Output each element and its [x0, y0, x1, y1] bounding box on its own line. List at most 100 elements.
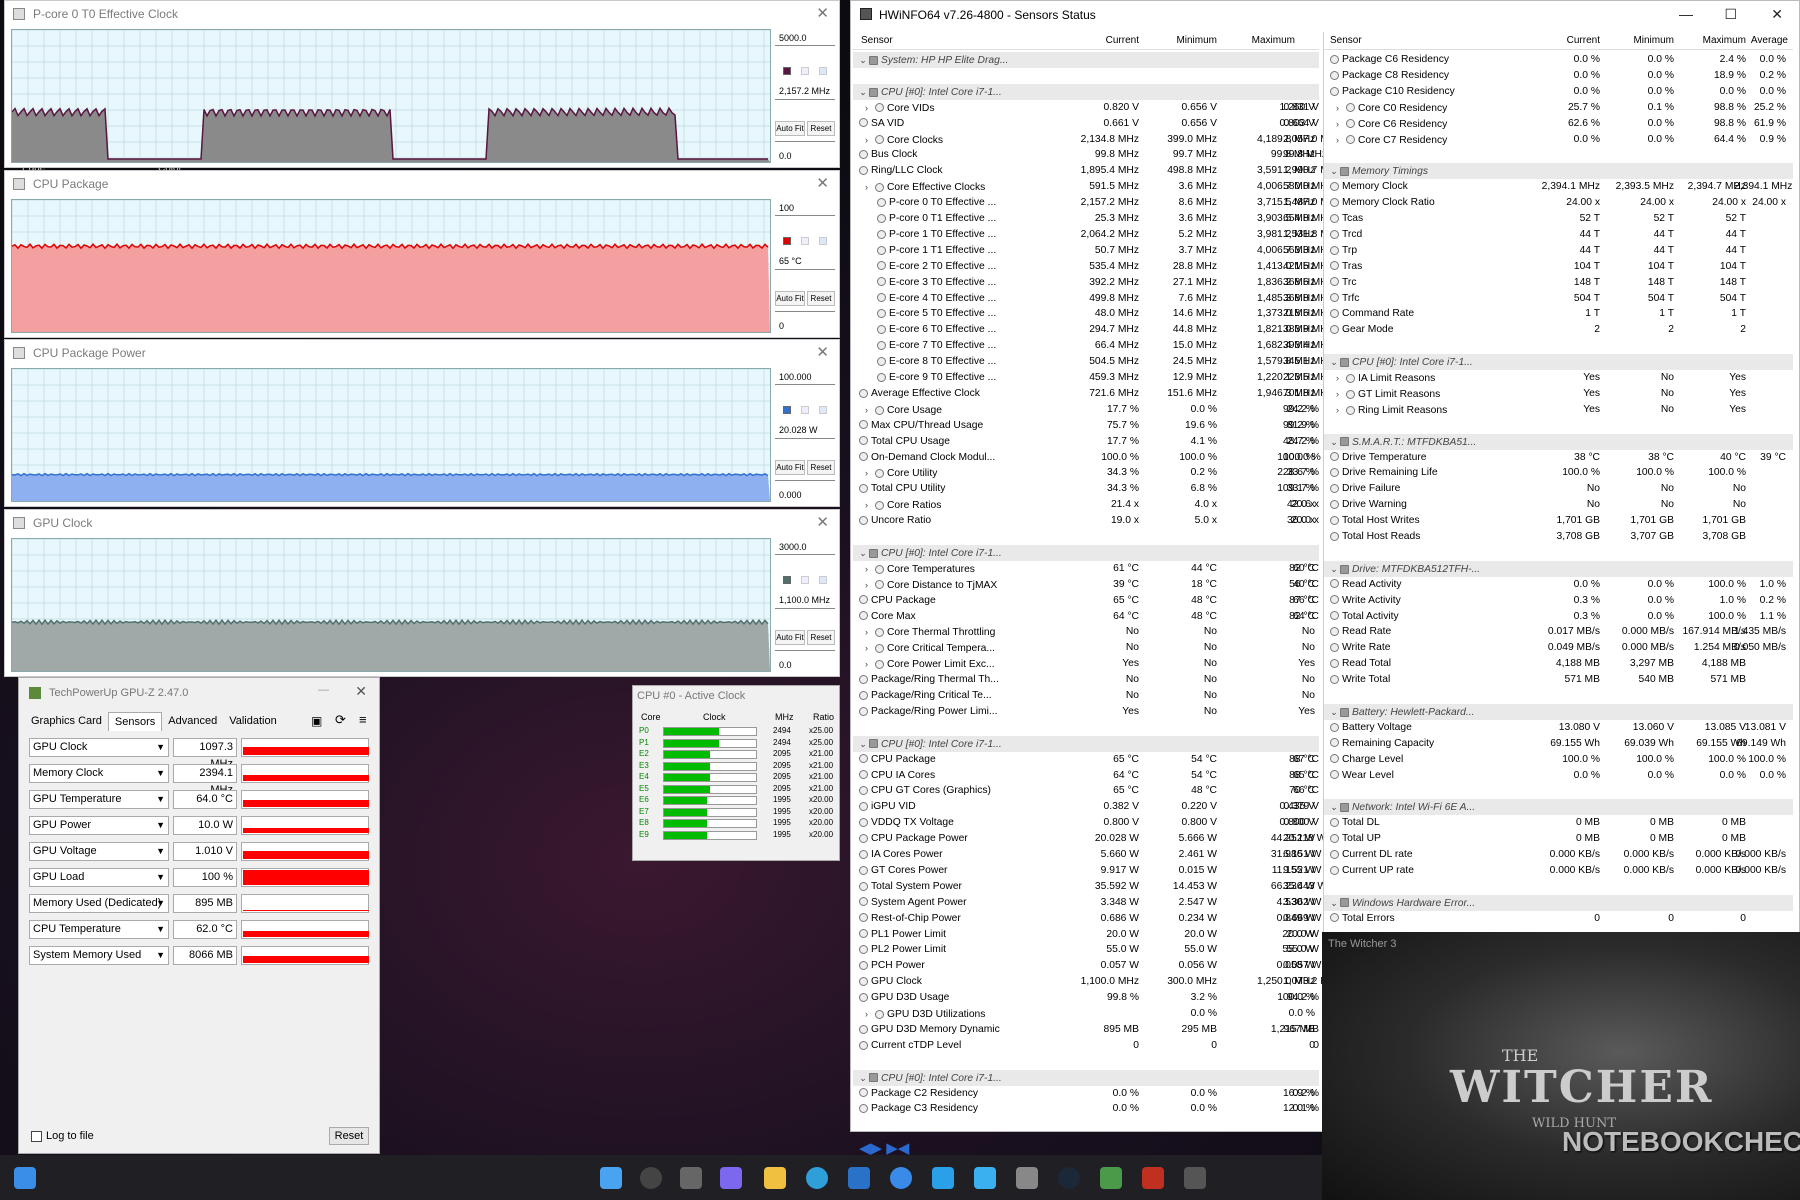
expand-icon[interactable]: ›: [865, 624, 875, 640]
sensor-row[interactable]: [1324, 879, 1793, 895]
sensor-row[interactable]: Trcd 44 T 44 T 44 T: [1324, 227, 1793, 243]
sensor-row[interactable]: Package/Ring Thermal Th... No No No: [853, 672, 1319, 688]
sensor-row[interactable]: › Core Clocks 2,134.8 MHz 399.0 MHz 4,189.8 …: [853, 132, 1341, 148]
sensor-row[interactable]: CPU IA Cores 64 °C 54 °C 88 °C 65 °C: [853, 768, 1319, 784]
sensor-row[interactable]: Package C8 Residency 0.0 % 0.0 % 18.9 % 0.2 …: [1324, 68, 1793, 84]
app-icon[interactable]: [1142, 1167, 1164, 1189]
graph-window[interactable]: CPU Package ✕ 100 65 °C Auto Fit Reset 0: [4, 170, 840, 338]
sensor-row[interactable]: › Core Temperatures 61 °C 44 °C 82 °C 60 °C: [853, 561, 1319, 577]
expand-icon[interactable]: ›: [1336, 402, 1346, 418]
sensor-row[interactable]: [853, 720, 1319, 736]
task-view-icon[interactable]: [680, 1167, 702, 1189]
sensor-row[interactable]: Total Activity 0.3 % 0.0 % 100.0 % 1.1 %: [1324, 609, 1793, 625]
sensor-row[interactable]: › Core Effective Clocks 591.5 MHz 3.6 MHz 4,…: [853, 179, 1333, 195]
sensor-row[interactable]: [1324, 338, 1793, 354]
sensor-row[interactable]: Wear Level 0.0 % 0.0 % 0.0 % 0.0 %: [1324, 768, 1793, 784]
expand-icon[interactable]: ›: [865, 561, 875, 577]
sensor-row[interactable]: CPU Package 65 °C 48 °C 87 °C 66 °C: [853, 593, 1319, 609]
sensor-pane-right[interactable]: Sensor Current Minimum Maximum Average P…: [1323, 32, 1793, 932]
file-explorer-icon[interactable]: [764, 1167, 786, 1189]
chevron-down-icon[interactable]: ▼: [156, 921, 165, 938]
sensor-row[interactable]: PCH Power 0.057 W 0.056 W 0.058 W 0.057 W: [853, 958, 1321, 974]
gpuz-window[interactable]: TechPowerUp GPU-Z 2.47.0 — ✕ Graphics Ca…: [18, 677, 380, 1154]
sensor-row[interactable]: Memory Clock 2,394.1 MHz 2,393.5 MHz 2,394.…: [1324, 179, 1793, 195]
sensor-row[interactable]: Total Host Writes 1,701 GB 1,701 GB 1,701 G…: [1324, 513, 1793, 529]
steam-icon[interactable]: [1058, 1167, 1080, 1189]
collapse-icon[interactable]: ⌄: [859, 545, 869, 561]
witcher-window[interactable]: The Witcher 3 THE WITCHER WILD HUNT NOTE…: [1322, 932, 1800, 1200]
sensor-row[interactable]: Rest-of-Chip Power 0.686 W 0.234 W 0.849 W0…: [853, 911, 1321, 927]
sensor-row[interactable]: P-core 1 T0 Effective ... 2,064.2 MHz 5.2 …: [853, 227, 1341, 243]
graph-window[interactable]: GPU Clock ✕ 3000.0 1,100.0 MHz Auto Fit R…: [4, 509, 840, 677]
chevron-down-icon[interactable]: ▼: [156, 739, 165, 756]
app-icon[interactable]: [974, 1167, 996, 1189]
close-icon[interactable]: ✕: [816, 513, 829, 531]
app-icon[interactable]: [1100, 1167, 1122, 1189]
gpuz-sensor-select[interactable]: GPU Clock ▼: [29, 738, 169, 757]
sensor-row[interactable]: Command Rate 1 T 1 T 1 T: [1324, 306, 1793, 322]
graph-titlebar[interactable]: GPU Clock ✕: [5, 510, 839, 536]
sensor-row[interactable]: Trfc 504 T 504 T 504 T: [1324, 291, 1793, 307]
sensor-row[interactable]: Package C10 Residency 0.0 % 0.0 % 0.0 % 0.0 …: [1324, 84, 1793, 100]
expand-icon[interactable]: ›: [865, 100, 875, 116]
sensor-row[interactable]: Read Total 4,188 MB 3,297 MB 4,188 MB: [1324, 656, 1793, 672]
collapse-icon[interactable]: ⌄: [1330, 799, 1340, 815]
sensor-row[interactable]: › Core Usage 17.7 % 0.0 % 99.2 % 24.2 %: [853, 402, 1319, 418]
sensor-row[interactable]: Write Rate 0.049 MB/s 0.000 MB/s 1.254 MB/s…: [1324, 640, 1793, 656]
expand-icon[interactable]: ›: [865, 179, 875, 195]
sensor-row[interactable]: [1324, 418, 1793, 434]
sensor-group-header[interactable]: ⌄ Memory Timings: [1324, 163, 1793, 180]
sensor-row[interactable]: GPU Clock 1,100.0 MHz 300.0 MHz 1,250.0 MHz…: [853, 974, 1341, 990]
color-swatch[interactable]: [801, 576, 809, 584]
sensor-row[interactable]: PL2 Power Limit 55.0 W 55.0 W 55.0 W 55.0 W: [853, 942, 1319, 958]
sensor-row[interactable]: Package/Ring Critical Te... No No No: [853, 688, 1319, 704]
color-swatch[interactable]: [819, 406, 827, 414]
sensor-group-header[interactable]: ⌄ CPU [#0]: Intel Core i7-1...: [853, 544, 1319, 561]
app-icon[interactable]: [932, 1167, 954, 1189]
sensor-row[interactable]: Uncore Ratio 19.0 x 5.0 x 36.0 x 20.0 x: [853, 513, 1319, 529]
close-icon[interactable]: ✕: [816, 4, 829, 22]
close-icon[interactable]: ✕: [816, 343, 829, 361]
expand-icon[interactable]: ›: [1336, 370, 1346, 386]
sensor-row[interactable]: Total CPU Utility 34.3 % 6.8 % 109.1 % 33.7 …: [853, 481, 1319, 497]
color-swatch[interactable]: [819, 237, 827, 245]
sensor-row[interactable]: Package C2 Residency 0.0 % 0.0 % 16.9 % 0.2 …: [853, 1086, 1319, 1102]
sensor-row[interactable]: Trc 148 T 148 T 148 T: [1324, 275, 1793, 291]
sensor-row[interactable]: Read Rate 0.017 MB/s 0.000 MB/s 167.914 MB/…: [1324, 624, 1793, 640]
sensor-row[interactable]: P-core 1 T1 Effective ... 50.7 MHz 3.7 MHz…: [853, 243, 1333, 259]
color-swatch[interactable]: [783, 406, 791, 414]
sensor-row[interactable]: Write Total 571 MB 540 MB 571 MB: [1324, 672, 1793, 688]
store-icon[interactable]: [848, 1167, 870, 1189]
sensor-group-header[interactable]: ⌄ CPU [#0]: Intel Core i7-1...: [853, 83, 1319, 100]
sensor-row[interactable]: › Core Thermal Throttling No No No: [853, 624, 1319, 640]
sensor-row[interactable]: E-core 2 T0 Effective ... 535.4 MHz 28.8 M…: [853, 259, 1333, 275]
sensor-group-header[interactable]: ⌄ Battery: Hewlett-Packard...: [1324, 703, 1793, 720]
sensor-row[interactable]: System Agent Power 3.348 W 2.547 W 4.530 W3…: [853, 895, 1321, 911]
gpuz-sensor-select[interactable]: GPU Temperature ▼: [29, 790, 169, 809]
collapse-icon[interactable]: ⌄: [1330, 354, 1340, 370]
sensor-group-header[interactable]: ⌄ Network: Intel Wi-Fi 6E A...: [1324, 799, 1793, 816]
sensor-row[interactable]: SA VID 0.661 V 0.656 V 0.803 V 0.664 V: [853, 116, 1319, 132]
sensor-group-header[interactable]: ⌄ Drive: MTFDKBA512TFH-...: [1324, 560, 1793, 577]
sensor-row[interactable]: › Core Power Limit Exc... Yes No Yes: [853, 656, 1319, 672]
sensor-row[interactable]: GT Cores Power 9.917 W 0.015 W 11.155 W 9.52…: [853, 863, 1321, 879]
collapse-icon[interactable]: ⌄: [1330, 895, 1340, 911]
maximize-icon[interactable]: ☐: [1724, 6, 1737, 23]
sensor-row[interactable]: Bus Clock 99.8 MHz 99.7 MHz 99.8 MHz 99.8 MH…: [853, 147, 1327, 163]
sensor-row[interactable]: E-core 9 T0 Effective ... 459.3 MHz 12.9 M…: [853, 370, 1333, 386]
sensor-row[interactable]: › Ring Limit Reasons Yes No Yes: [1324, 402, 1793, 418]
sensor-row[interactable]: iGPU VID 0.382 V 0.220 V 0.435 V 0.379 V: [853, 799, 1319, 815]
color-swatch[interactable]: [801, 406, 809, 414]
gpuz-sensor-select[interactable]: GPU Load ▼: [29, 868, 169, 887]
sensor-row[interactable]: Total Errors 0 0 0: [1324, 911, 1793, 927]
sensor-row[interactable]: Drive Warning No No No: [1324, 497, 1793, 513]
sensor-row[interactable]: › Core Ratios 21.4 x 4.0 x 42.0 x 20.6 x: [853, 497, 1319, 513]
collapse-icon[interactable]: ⌄: [1330, 561, 1340, 577]
log-checkbox[interactable]: [31, 1130, 42, 1142]
color-swatch[interactable]: [801, 67, 809, 75]
sensor-row[interactable]: Current DL rate 0.000 KB/s 0.000 KB/s 0.000…: [1324, 847, 1793, 863]
chat-icon[interactable]: [720, 1167, 742, 1189]
gpuz-reset-button[interactable]: Reset: [329, 1127, 369, 1145]
col-current[interactable]: Current: [1514, 32, 1600, 50]
sensor-row[interactable]: E-core 4 T0 Effective ... 499.8 MHz 7.6 MH…: [853, 291, 1333, 307]
